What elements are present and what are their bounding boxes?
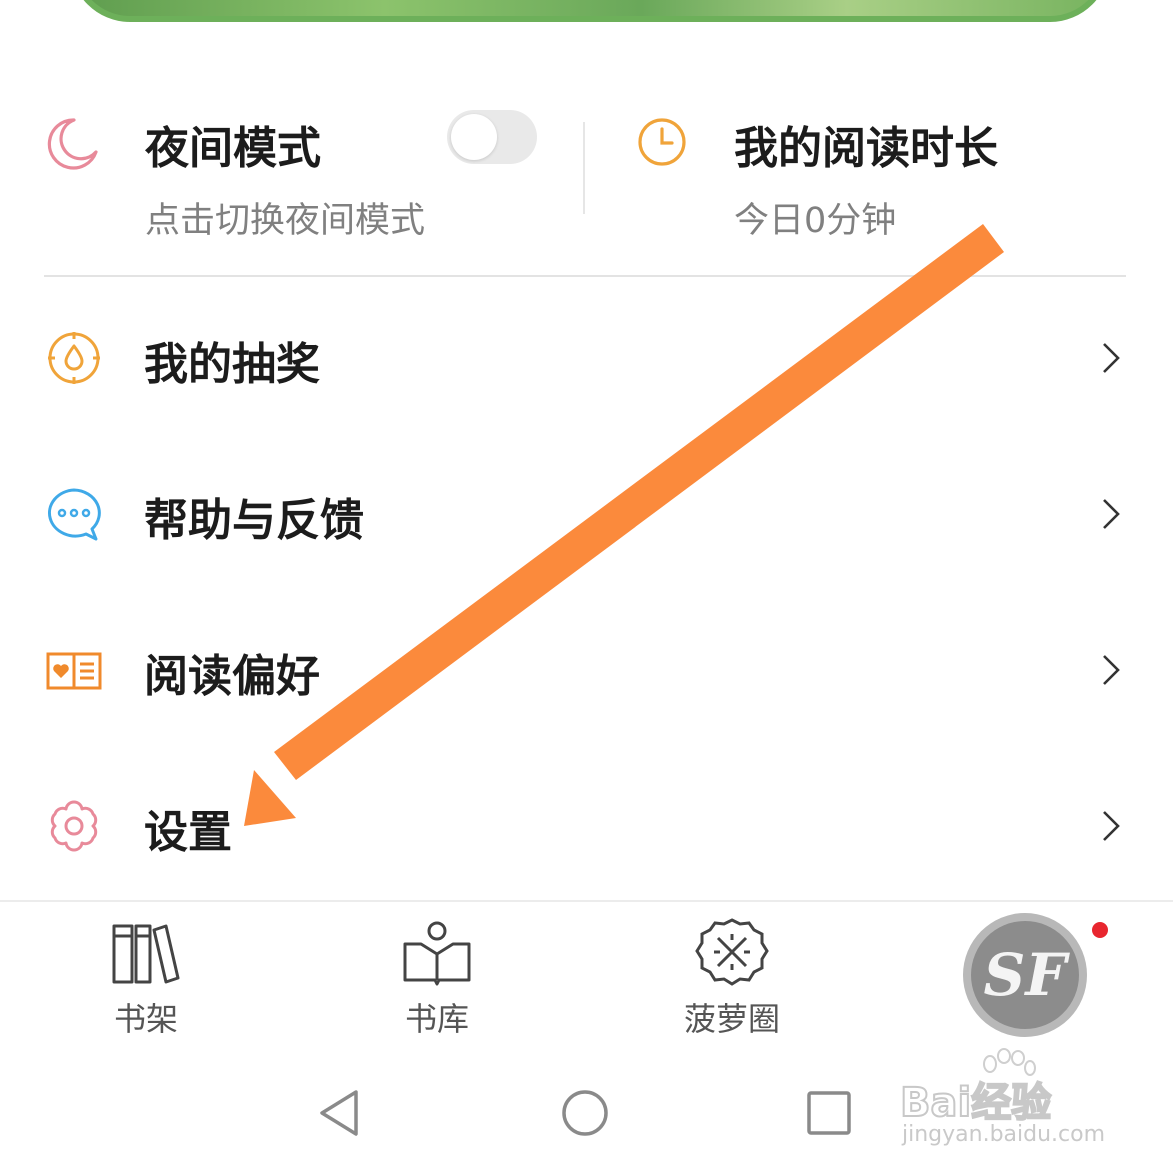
tab-pineapple-circle[interactable]: 菠萝圈 — [670, 918, 794, 1038]
chevron-right-icon — [1103, 499, 1120, 529]
watermark-url: jingyan.baidu.com — [902, 1122, 1106, 1147]
section-divider — [44, 275, 1126, 277]
chat-bubble-icon — [48, 488, 101, 541]
recent-apps-square-icon[interactable] — [806, 1090, 852, 1136]
menu-item-label: 阅读偏好 — [144, 651, 320, 702]
reading-time-cell[interactable]: 我的阅读时长 今日0分钟 — [620, 100, 1140, 250]
reading-time-title: 我的阅读时长 — [734, 123, 998, 174]
chevron-right-icon — [1103, 655, 1120, 685]
menu-item-help-feedback[interactable]: 帮助与反馈 — [0, 458, 1173, 568]
gear-icon — [50, 800, 98, 852]
avatar[interactable]: SF — [963, 913, 1087, 1037]
target-icon — [48, 332, 100, 384]
night-mode-toggle[interactable] — [447, 110, 537, 164]
tab-label: 书架 — [113, 1000, 178, 1038]
toggle-knob — [451, 114, 497, 160]
watermark-text: Bai经验 — [899, 1079, 1052, 1127]
quick-status-row: 夜间模式 点击切换夜间模式 我的阅读时长 今日0分钟 — [0, 100, 1173, 250]
chevron-right-icon — [1103, 811, 1120, 841]
book-library-icon — [403, 921, 471, 986]
top-banner-image[interactable] — [70, 0, 1110, 22]
baidu-watermark: Bai经验 jingyan.baidu.com — [899, 1048, 1130, 1158]
menu-item-lottery[interactable]: 我的抽奖 — [0, 302, 1173, 412]
menu-item-label: 帮助与反馈 — [144, 495, 364, 546]
tab-label: 书库 — [404, 1000, 469, 1038]
tab-bookshelf[interactable]: 书架 — [84, 918, 208, 1038]
vertical-divider — [583, 122, 585, 214]
night-mode-cell[interactable]: 夜间模式 点击切换夜间模式 — [40, 100, 560, 250]
tab-label: 菠萝圈 — [683, 1000, 780, 1038]
avatar-logo-text: SF — [983, 941, 1067, 1009]
bookshelf-icon — [112, 924, 180, 984]
tab-library[interactable]: 书库 — [375, 918, 499, 1038]
notification-dot — [1092, 922, 1108, 938]
night-mode-subtitle: 点击切换夜间模式 — [145, 201, 426, 241]
pineapple-circle-icon — [695, 918, 769, 986]
menu-item-settings[interactable]: 设置 — [0, 770, 1173, 880]
clock-icon — [638, 118, 686, 166]
tab-bar-divider — [0, 900, 1173, 902]
chevron-right-icon — [1103, 343, 1120, 373]
menu-item-reading-preference[interactable]: 阅读偏好 — [0, 614, 1173, 724]
open-book-heart-icon — [46, 652, 102, 690]
back-triangle-icon[interactable] — [316, 1088, 362, 1138]
night-mode-title: 夜间模式 — [145, 123, 321, 174]
reading-time-subtitle: 今日0分钟 — [734, 201, 897, 241]
menu-item-label: 我的抽奖 — [144, 339, 320, 390]
menu-item-label: 设置 — [144, 807, 232, 858]
home-circle-icon[interactable] — [560, 1088, 610, 1138]
moon-icon — [47, 118, 98, 170]
